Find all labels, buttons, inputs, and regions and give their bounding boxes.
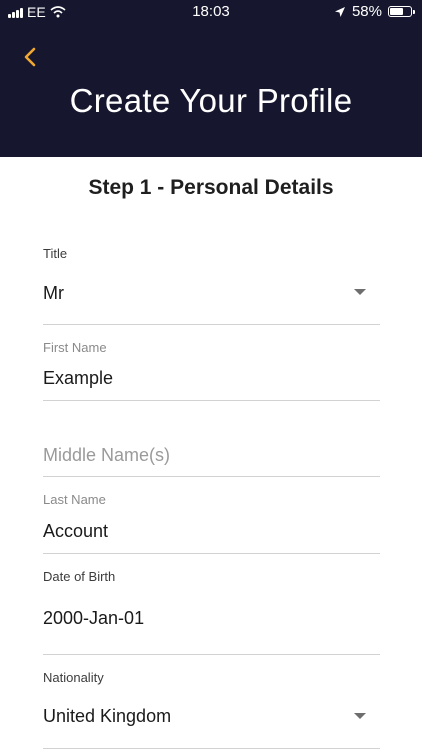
date-of-birth-value: 2000-Jan-01: [43, 608, 145, 628]
status-right: 58%: [334, 3, 415, 20]
middle-name-placeholder: Middle Name(s): [43, 445, 171, 465]
battery-percent: 58%: [351, 3, 382, 20]
date-of-birth-field[interactable]: Date of Birth 2000-Jan-01: [43, 566, 380, 655]
battery-icon: [388, 6, 415, 17]
nationality-select[interactable]: Nationality United Kingdom: [43, 666, 380, 749]
first-name-field[interactable]: First Name Example: [43, 336, 380, 401]
back-button[interactable]: [18, 44, 44, 70]
location-arrow-icon: [334, 6, 345, 17]
dropdown-arrow-icon: [354, 713, 366, 719]
title-label: Title: [43, 246, 68, 261]
date-of-birth-label: Date of Birth: [43, 569, 116, 584]
middle-name-field[interactable]: Middle Name(s): [43, 436, 380, 477]
title-select[interactable]: Title Mr: [43, 240, 380, 325]
header: EE 18:03 58% Create Your Profile: [0, 0, 422, 157]
nationality-label: Nationality: [43, 670, 104, 685]
dropdown-arrow-icon: [354, 289, 366, 295]
page-title: Create Your Profile: [69, 82, 353, 119]
chevron-left-icon: [24, 47, 36, 67]
last-name-field[interactable]: Last Name Account: [43, 489, 380, 554]
battery-tip: [413, 10, 415, 14]
last-name-label: Last Name: [43, 492, 106, 507]
last-name-value: Account: [43, 521, 109, 541]
first-name-label: First Name: [43, 340, 107, 355]
status-bar: EE 18:03 58%: [0, 0, 422, 24]
first-name-value: Example: [43, 368, 114, 388]
nationality-value: United Kingdom: [43, 706, 172, 726]
battery-level: [390, 8, 403, 15]
step-title: Step 1 - Personal Details: [88, 176, 334, 199]
title-value: Mr: [43, 283, 64, 303]
